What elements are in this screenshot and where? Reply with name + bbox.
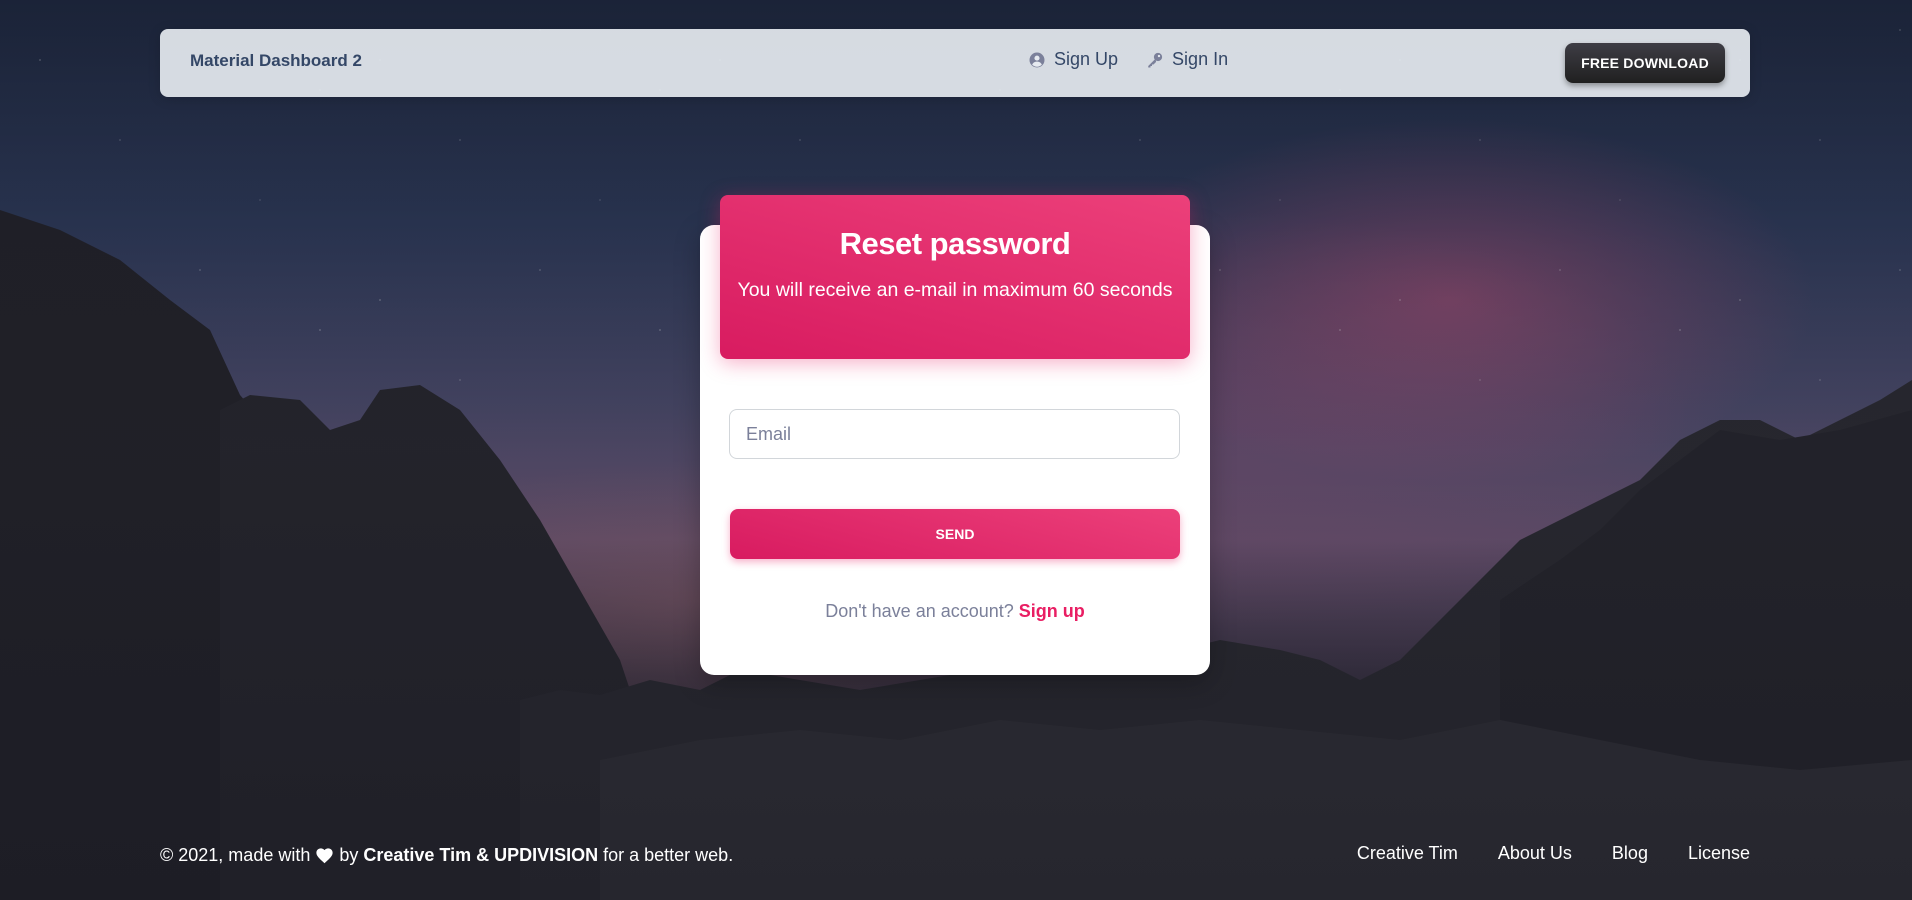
copyright-suffix: for a better web. [603, 845, 734, 865]
nav-links: Sign Up Sign In [1028, 49, 1228, 70]
top-navbar: Material Dashboard 2 Sign Up Sign In FRE… [160, 29, 1750, 97]
brand-link[interactable]: Material Dashboard 2 [190, 51, 362, 71]
footer-link-license[interactable]: License [1688, 843, 1750, 864]
nav-sign-up-link[interactable]: Sign Up [1028, 49, 1118, 70]
copyright-prefix: © 2021, made with [160, 845, 311, 865]
footer-authors-link[interactable]: Creative Tim & UPDIVISION [363, 845, 598, 866]
signup-prompt-text: Don't have an account? [825, 601, 1014, 621]
heart-icon [316, 848, 333, 864]
footer-links: Creative Tim About Us Blog License [1357, 843, 1750, 864]
signup-prompt-line: Don't have an account? Sign up [700, 601, 1210, 622]
card-header: Reset password You will receive an e-mai… [720, 195, 1190, 359]
footer-link-about-us[interactable]: About Us [1498, 843, 1572, 864]
footer-copyright: © 2021, made with by Creative Tim & UPDI… [160, 845, 733, 866]
nav-sign-in-label: Sign In [1172, 49, 1229, 69]
footer-link-creative-tim[interactable]: Creative Tim [1357, 843, 1458, 864]
nav-sign-in-link[interactable]: Sign In [1146, 49, 1228, 70]
send-button[interactable]: SEND [730, 509, 1180, 559]
card-subtitle: You will receive an e-mail in maximum 60… [737, 279, 1173, 301]
card-title: Reset password [839, 226, 1071, 261]
free-download-button[interactable]: FREE DOWNLOAD [1565, 43, 1725, 83]
key-icon [1148, 52, 1163, 67]
copyright-by: by [339, 845, 359, 865]
sign-up-link[interactable]: Sign up [1019, 601, 1085, 621]
account-circle-icon [1029, 52, 1045, 67]
nav-sign-up-label: Sign Up [1054, 49, 1119, 69]
footer-link-blog[interactable]: Blog [1612, 843, 1648, 864]
email-input[interactable] [729, 409, 1180, 459]
